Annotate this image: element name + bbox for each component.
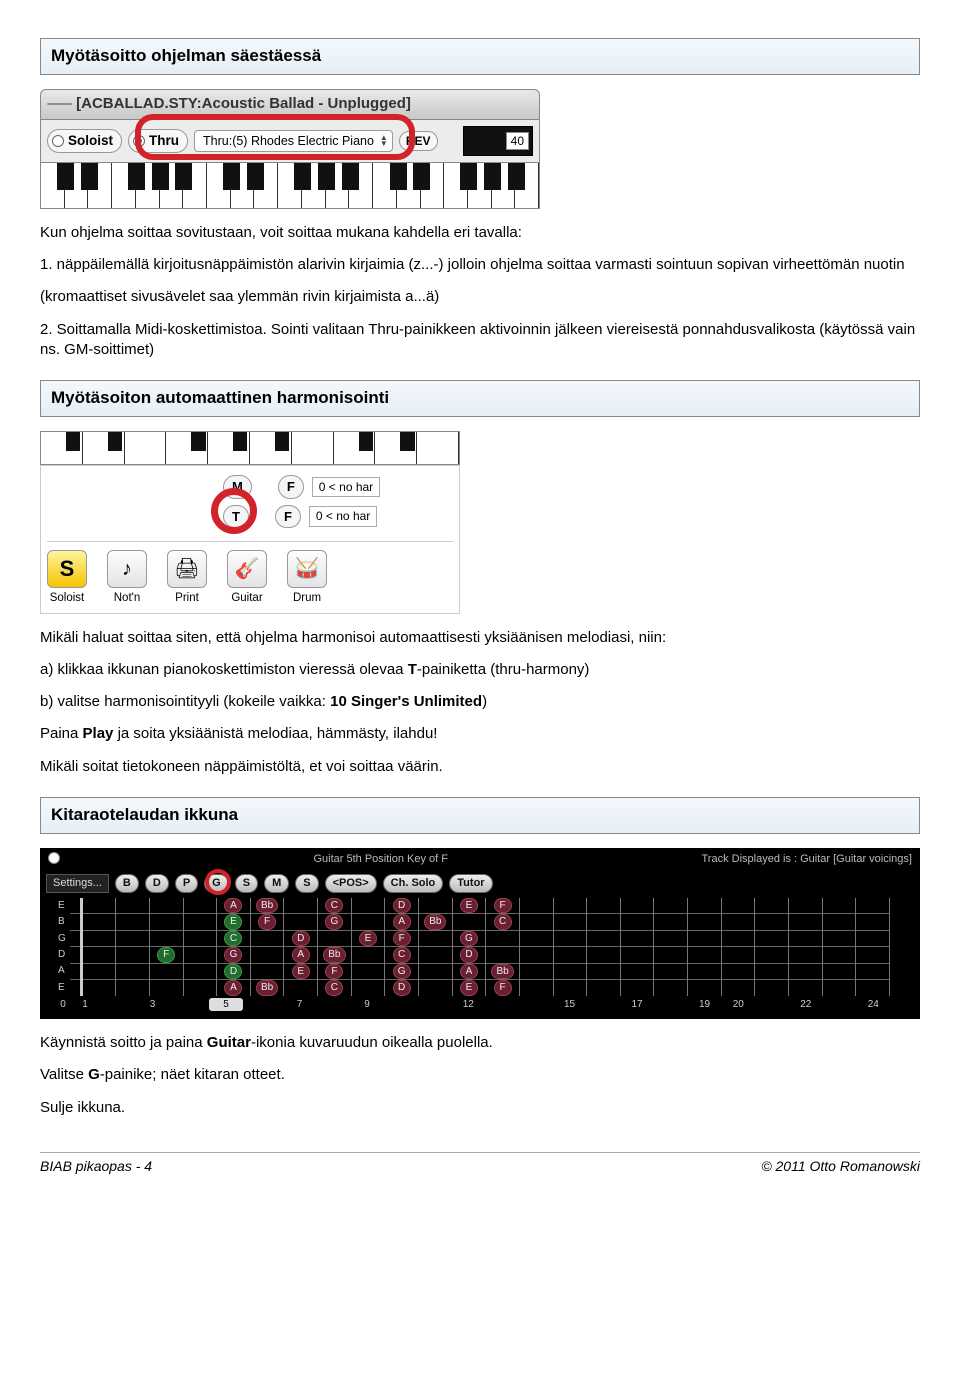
rev-value: 40 [506, 132, 529, 150]
soloist-label: Soloist [68, 132, 113, 150]
fig2-icon-row: S Soloist ♪ Not'n 🖨 Print 🎸 Guitar 🥁 Drum [47, 541, 453, 607]
rev-button[interactable]: REV [399, 131, 438, 151]
radio-off-icon [52, 135, 64, 147]
radio-on-icon [133, 135, 145, 147]
body3-p3: Sulje ikkuna. [40, 1098, 920, 1118]
f-button-1[interactable]: F [278, 475, 304, 499]
body2-p5: Mikäli soitat tietokoneen näppäimistöltä… [40, 757, 920, 777]
figure-3: Guitar 5th Position Key of F Track Displ… [40, 848, 920, 1019]
tb-tutor[interactable]: Tutor [449, 874, 492, 893]
figure-1: ⸺ [ACBALLAD.STY:Acoustic Ballad - Unplug… [40, 89, 920, 209]
footer-left: BIAB pikaopas - 4 [40, 1157, 152, 1176]
tb-p[interactable]: P [175, 874, 198, 893]
tb-s1[interactable]: S [235, 874, 258, 893]
thru-radio[interactable]: Thru [128, 129, 188, 153]
guitar-icon: 🎸 [227, 550, 267, 588]
tb-chsolo[interactable]: Ch. Solo [383, 874, 444, 893]
body2-p2: a) klikkaa ikkunan pianokoskettimiston v… [40, 660, 920, 680]
fret-numbers: 01357912151719202224 [40, 996, 920, 1012]
body2-p4: Paina Play ja soita yksiäänistä melodiaa… [40, 724, 920, 744]
fig1-blackbox: 40 [463, 126, 533, 156]
tb-m[interactable]: M [264, 874, 289, 893]
tb-pos[interactable]: <POS> [325, 874, 377, 893]
drum-lbl: Drum [293, 591, 321, 607]
body1-p2: 1. näppäilemällä kirjoitusnäppäimistön a… [40, 255, 920, 275]
figure-2: M F 0 < no har T F 0 < no har S Soloist ♪… [40, 431, 920, 614]
tb-s2[interactable]: S [295, 874, 318, 893]
note-icon: ♪ [107, 550, 147, 588]
string-labels: EBG DAE [58, 898, 70, 996]
print-icon-btn[interactable]: 🖨 Print [167, 550, 207, 607]
stepper-icon: ▲▼ [380, 135, 388, 147]
t-key: T [408, 661, 417, 678]
body2-p1: Mikäli haluat soittaa siten, että ohjelm… [40, 628, 920, 648]
tb-b[interactable]: B [115, 874, 139, 893]
fig1-tab-text: [ACBALLAD.STY:Acoustic Ballad - Unplugge… [76, 94, 411, 114]
notn-lbl: Not'n [114, 591, 141, 607]
mini-keyboard [40, 431, 460, 465]
section-heading-1: Myötäsoitto ohjelman säestäessä [40, 38, 920, 75]
guitar-lbl: Guitar [231, 591, 262, 607]
t-button[interactable]: T [223, 505, 249, 529]
instrument-dropdown[interactable]: Thru:(5) Rhodes Electric Piano ▲▼ [194, 130, 393, 153]
section-heading-3: Kitaraotelaudan ikkuna [40, 797, 920, 834]
body1-p3: (kromaattiset sivusävelet saa ylemmän ri… [40, 287, 920, 307]
soloist-radio[interactable]: Soloist [47, 129, 122, 153]
no-har-field-1: 0 < no har [312, 477, 380, 497]
no-har-field-2: 0 < no har [309, 506, 377, 526]
thru-label: Thru [149, 132, 179, 150]
fig1-toolbar: Soloist Thru Thru:(5) Rhodes Electric Pi… [40, 119, 540, 163]
body2-p3: b) valitse harmonisointityyli (kokeile v… [40, 692, 920, 712]
hdr-left: Guitar 5th Position Key of F [313, 852, 448, 867]
style-name: 10 Singer's Unlimited [330, 693, 482, 710]
body1-p1: Kun ohjelma soittaa sovitustaan, voit so… [40, 223, 920, 243]
guitar-icon-btn[interactable]: 🎸 Guitar [227, 550, 267, 607]
dropdown-value: Thru:(5) Rhodes Electric Piano [203, 133, 374, 150]
fig1-tab: ⸺ [ACBALLAD.STY:Acoustic Ballad - Unplug… [40, 89, 540, 119]
notn-icon-btn[interactable]: ♪ Not'n [107, 550, 147, 607]
piano-keyboard [40, 163, 540, 209]
tb-g[interactable]: G [204, 874, 229, 893]
drum-icon: 🥁 [287, 550, 327, 588]
close-icon[interactable] [48, 852, 60, 864]
soloist-lbl: Soloist [50, 591, 85, 607]
section-heading-2: Myötäsoiton automaattinen harmonisointi [40, 380, 920, 417]
handle-icon: ⸺ [47, 94, 72, 114]
soloist-icon-btn[interactable]: S Soloist [47, 550, 87, 607]
hdr-right: Track Displayed is : Guitar [Guitar voic… [701, 852, 912, 867]
tb-d[interactable]: D [145, 874, 169, 893]
body3-p1: Käynnistä soitto ja paina Guitar-ikonia … [40, 1033, 920, 1053]
black-keys [41, 163, 539, 190]
m-button[interactable]: M [223, 475, 252, 499]
fret-grid: FAECGDABbFBbDAECGBbFCEDAFCGDBbEGDAEFCBbF [70, 898, 890, 996]
print-lbl: Print [175, 591, 199, 607]
printer-icon: 🖨 [167, 550, 207, 588]
g-key: G [88, 1066, 100, 1083]
settings-dropdown[interactable]: Settings... [46, 874, 109, 893]
fig2-controls: M F 0 < no har T F 0 < no har S Soloist ♪… [40, 465, 460, 614]
soloist-icon: S [47, 550, 87, 588]
drum-icon-btn[interactable]: 🥁 Drum [287, 550, 327, 607]
footer-right: © 2011 Otto Romanowski [761, 1157, 920, 1176]
play-key: Play [83, 725, 114, 742]
guitar-key: Guitar [207, 1034, 251, 1051]
body3-p2: Valitse G-painike; näet kitaran otteet. [40, 1065, 920, 1085]
fretboard: EBG DAE FAECGDABbFBbDAECGBbFCEDAFCGDBbEG… [40, 896, 920, 1014]
page-footer: BIAB pikaopas - 4 © 2011 Otto Romanowski [40, 1152, 920, 1176]
body1-p4: 2. Soittamalla Midi-koskettimistoa. Soin… [40, 320, 920, 361]
fretboard-toolbar: Settings... B D P G S M S <POS> Ch. Solo… [40, 871, 920, 896]
f-button-2[interactable]: F [275, 505, 301, 529]
fretboard-header: Guitar 5th Position Key of F Track Displ… [40, 848, 920, 871]
